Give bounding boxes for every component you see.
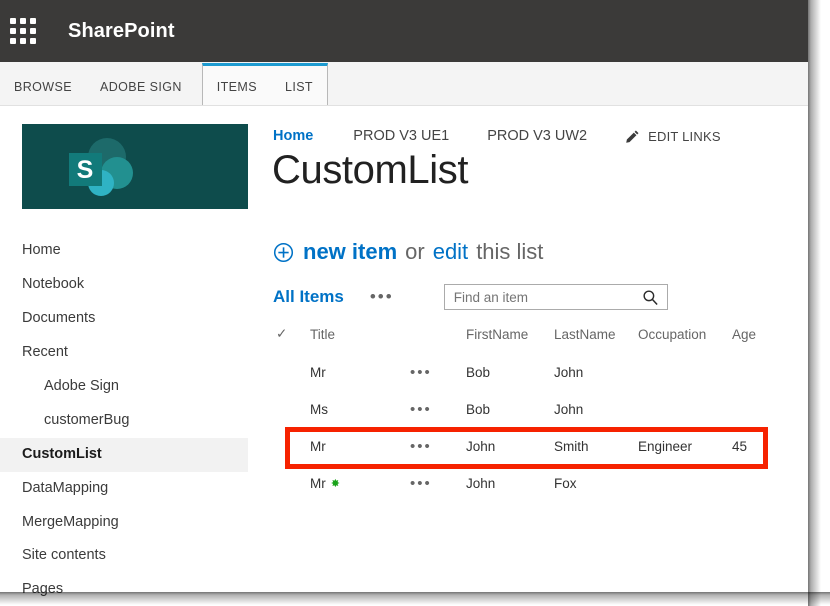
tab-list[interactable]: LIST — [271, 69, 327, 105]
sidebar-item-adobe-sign[interactable]: Adobe Sign — [0, 370, 248, 404]
cell-lastname: Fox — [554, 476, 577, 491]
topnav-item-prod-v3-ue1[interactable]: PROD V3 UE1 — [353, 128, 449, 144]
row-ellipsis-menu[interactable]: ••• — [410, 401, 432, 418]
site-logo[interactable]: S — [22, 124, 248, 209]
row-checkbox[interactable] — [270, 391, 304, 428]
suite-bar: SharePoint — [0, 0, 808, 62]
tab-items[interactable]: ITEMS — [203, 69, 271, 105]
current-view-link[interactable]: All Items — [273, 287, 344, 307]
row-ellipsis-menu[interactable]: ••• — [410, 438, 432, 455]
command-or-text: or — [405, 239, 425, 264]
page-title: CustomList — [272, 148, 469, 192]
cell-title: Mr — [310, 365, 326, 380]
cell-lastname: John — [554, 402, 584, 417]
circle-plus-icon[interactable] — [273, 242, 294, 263]
sidebar-item-recent[interactable]: Recent — [0, 336, 248, 370]
column-header-select-all[interactable]: ✓ — [270, 322, 304, 354]
cell-lastname: John — [554, 365, 584, 380]
table-row-highlighted[interactable]: Mr ••• John Smith Engineer 45 — [270, 428, 776, 465]
command-tail-text: this list — [476, 239, 544, 264]
topnav-item-home[interactable]: Home — [273, 128, 313, 144]
row-checkbox[interactable] — [270, 354, 304, 391]
cell-occupation — [632, 465, 726, 502]
sharepoint-logo-icon: S — [69, 138, 133, 196]
table-header-row: ✓ Title FirstName LastName Occupation Ag… — [270, 322, 776, 354]
table-row[interactable]: Ms ••• Bob John — [270, 391, 776, 428]
sidebar-item-datamapping[interactable]: DataMapping — [0, 472, 248, 506]
row-ellipsis-menu[interactable]: ••• — [410, 364, 432, 381]
cell-firstname: Bob — [466, 402, 491, 417]
sidebar-item-site-contents[interactable]: Site contents — [0, 539, 248, 573]
tab-adobe-sign[interactable]: ADOBE SIGN — [86, 69, 196, 105]
search-input[interactable] — [444, 285, 635, 309]
column-header-title[interactable]: Title — [304, 322, 404, 354]
cell-age: 45 — [732, 439, 748, 454]
sidebar-item-customlist[interactable]: CustomList — [0, 437, 248, 472]
cell-firstname: Bob — [466, 365, 491, 380]
view-selector-bar: All Items ••• — [273, 284, 788, 310]
sidebar-item-notebook[interactable]: Notebook — [0, 268, 248, 302]
cell-title: Mr — [310, 439, 326, 454]
frame-shadow-bottom — [0, 592, 830, 606]
cell-lastname: Smith — [554, 439, 589, 454]
page-body: S Home Notebook Documents Recent Adobe S… — [0, 106, 808, 597]
list-tools-tab-group: ITEMS LIST — [201, 63, 328, 105]
edit-links-label: EDIT LINKS — [648, 128, 721, 144]
column-header-firstname[interactable]: FirstName — [460, 322, 548, 354]
cell-occupation: Engineer — [638, 439, 693, 454]
cell-age — [726, 465, 776, 502]
cell-title-text: Mr — [310, 476, 326, 491]
table-row[interactable]: Mr ✸ ••• John Fox — [270, 465, 776, 502]
row-ellipsis-menu[interactable]: ••• — [410, 475, 432, 492]
main-column: Home PROD V3 UE1 PROD V3 UW2 EDIT LINKS … — [248, 106, 808, 596]
edit-links-button[interactable]: EDIT LINKS — [625, 129, 721, 144]
cell-firstname: John — [466, 439, 496, 454]
sidebar-item-documents[interactable]: Documents — [0, 302, 248, 336]
svg-text:S: S — [77, 156, 94, 184]
frame-shadow-right — [808, 0, 830, 606]
view-options-ellipsis[interactable]: ••• — [370, 288, 394, 305]
list-view-table: ✓ Title FirstName LastName Occupation Ag… — [270, 322, 776, 502]
column-header-spacer — [404, 322, 460, 354]
cell-age — [726, 391, 776, 428]
column-header-age[interactable]: Age — [726, 322, 776, 354]
left-column: S Home Notebook Documents Recent Adobe S… — [0, 106, 248, 597]
column-header-occupation[interactable]: Occupation — [632, 322, 726, 354]
cell-title: Ms — [310, 402, 328, 417]
new-item-link[interactable]: new item — [303, 239, 397, 265]
app-launcher-waffle-icon[interactable] — [0, 0, 46, 62]
topnav-item-prod-v3-uw2[interactable]: PROD V3 UW2 — [487, 128, 587, 144]
sharepoint-page: SharePoint BROWSE ADOBE SIGN ITEMS LIST … — [0, 0, 830, 606]
top-navigation: Home PROD V3 UE1 PROD V3 UW2 EDIT LINKS — [273, 128, 721, 144]
row-checkbox[interactable] — [270, 428, 304, 465]
table-row[interactable]: Mr ••• Bob John — [270, 354, 776, 391]
search-icon[interactable] — [642, 289, 659, 311]
cell-title: Mr ✸ — [304, 465, 404, 502]
sidebar-item-customerbug[interactable]: customerBug — [0, 404, 248, 438]
ribbon-tab-bar: BROWSE ADOBE SIGN ITEMS LIST — [0, 62, 808, 106]
suite-title[interactable]: SharePoint — [68, 20, 175, 43]
sidebar-item-home[interactable]: Home — [0, 234, 248, 268]
cell-occupation — [632, 391, 726, 428]
cell-firstname: John — [466, 476, 496, 491]
quick-launch-nav: Home Notebook Documents Recent Adobe Sig… — [0, 234, 248, 606]
search-box[interactable] — [443, 284, 668, 311]
column-header-lastname[interactable]: LastName — [548, 322, 632, 354]
new-item-badge-icon: ✸ — [330, 478, 340, 490]
tab-browse[interactable]: BROWSE — [0, 69, 86, 105]
cell-occupation — [632, 354, 726, 391]
pencil-icon — [626, 130, 639, 143]
cell-age — [726, 354, 776, 391]
row-checkbox[interactable] — [270, 465, 304, 502]
sidebar-item-mergemapping[interactable]: MergeMapping — [0, 506, 248, 540]
command-row: new item or edit this list — [273, 239, 543, 265]
edit-list-link[interactable]: edit — [433, 239, 468, 265]
